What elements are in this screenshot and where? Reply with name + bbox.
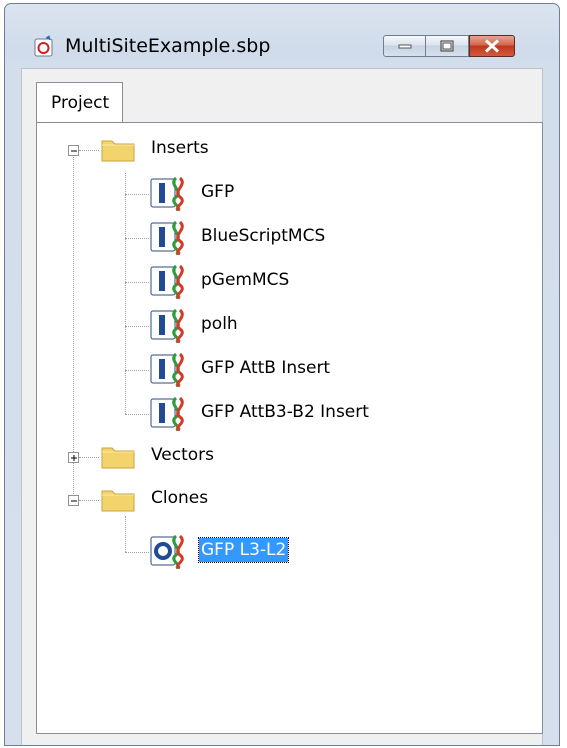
tree-connector <box>125 414 149 415</box>
tree-item-gfp-l3-l2[interactable]: GFP L3-L2 <box>197 537 290 563</box>
tree-item-gfp-attb3-b2-insert[interactable]: GFP AttB3-B2 Insert <box>201 402 369 422</box>
tree-connector <box>79 150 99 151</box>
tree-folder-inserts[interactable]: Inserts <box>151 138 209 158</box>
minus-icon <box>71 500 77 502</box>
tree-item-pgemmcs[interactable]: pGemMCS <box>201 270 289 290</box>
tree-item-polh[interactable]: polh <box>201 314 238 334</box>
sequence-icon <box>150 219 186 260</box>
tree-folder-vectors[interactable]: Vectors <box>151 445 214 465</box>
tree-connector <box>125 552 149 553</box>
tree-connector <box>125 238 149 239</box>
tab-project-label: Project <box>51 93 110 113</box>
minimize-button[interactable] <box>383 35 426 57</box>
tree-folder-clones[interactable]: Clones <box>151 488 208 508</box>
maximize-button[interactable] <box>426 35 469 57</box>
expander-clones[interactable] <box>68 495 79 506</box>
folder-icon <box>101 443 135 474</box>
expander-vectors[interactable] <box>68 452 79 463</box>
tree-connector <box>125 370 149 371</box>
tree-connector <box>79 500 99 501</box>
sequence-icon <box>150 351 186 392</box>
sequence-icon <box>150 307 186 348</box>
plus-icon <box>71 455 77 461</box>
project-tree: Inserts GFP BlueScriptMCS pGemMCS polh G… <box>37 123 542 733</box>
window-client-area: Project Inserts GFP BlueScriptMCS pGemMC… <box>21 68 543 745</box>
tab-project[interactable]: Project <box>36 82 123 123</box>
title-bar[interactable]: MultiSiteExample.sbp <box>5 4 559 58</box>
tree-item-gfp-attb-insert[interactable]: GFP AttB Insert <box>201 358 330 378</box>
window-title: MultiSiteExample.sbp <box>65 35 271 57</box>
project-tree-panel: Inserts GFP BlueScriptMCS pGemMCS polh G… <box>36 122 543 734</box>
folder-icon <box>101 136 135 167</box>
app-icon <box>33 35 55 57</box>
tree-connector <box>79 457 99 458</box>
tree-connector <box>125 516 126 552</box>
expander-inserts[interactable] <box>68 145 79 156</box>
close-button[interactable] <box>469 35 515 57</box>
sequence-icon <box>150 175 186 216</box>
app-window: MultiSiteExample.sbp Project Inserts GFP… <box>4 3 560 746</box>
tree-item-gfp[interactable]: GFP <box>201 182 234 202</box>
maximize-icon <box>440 40 454 52</box>
tree-connector <box>125 173 126 414</box>
close-icon <box>484 39 500 53</box>
sequence-icon <box>150 395 186 436</box>
tree-connector <box>125 282 149 283</box>
minus-icon <box>71 150 77 152</box>
clone-icon <box>150 533 186 574</box>
tree-item-bluescriptmcs[interactable]: BlueScriptMCS <box>201 226 325 246</box>
tree-connector <box>125 194 149 195</box>
tree-connector <box>73 155 74 500</box>
folder-icon <box>101 486 135 517</box>
minimize-icon <box>398 44 411 49</box>
tree-connector <box>125 326 149 327</box>
sequence-icon <box>150 263 186 304</box>
